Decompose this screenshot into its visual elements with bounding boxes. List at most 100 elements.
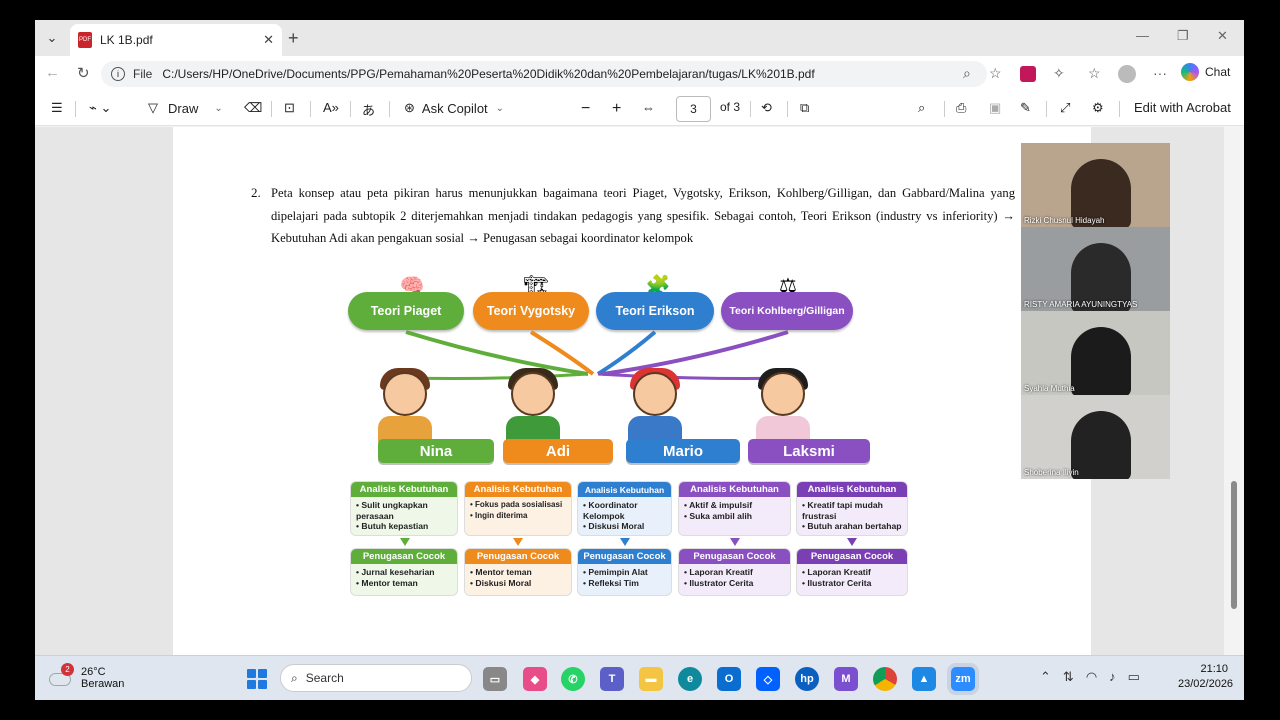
divider [1119, 101, 1120, 117]
refresh-icon[interactable]: ↻ [77, 64, 90, 82]
fit-width-icon[interactable]: ⇔ [642, 100, 655, 115]
photos-icon[interactable]: ▲ [912, 667, 936, 691]
language-icon[interactable]: ⇅ [1063, 669, 1074, 685]
favorite-star-icon[interactable]: ☆ [989, 65, 1002, 82]
task-item: Ilustrator Cerita [684, 578, 785, 589]
divider [787, 101, 788, 117]
show-hidden-icons-chevron-icon[interactable]: ⌃ [1040, 669, 1051, 685]
task-view-icon[interactable]: ▭ [483, 667, 507, 691]
task-item: Laporan Kreatif [802, 567, 902, 578]
video-tile[interactable]: Rizki Chusnul Hidayah [1021, 143, 1170, 227]
need-item: Fokus pada sosialisasi [470, 500, 566, 511]
video-tile[interactable]: RISTY AMARIA AYUNINGTYAS [1021, 227, 1170, 311]
address-row: ← ↻ i File C:/Users/HP/OneDrive/Document… [35, 56, 1244, 92]
divider [75, 101, 76, 117]
divider [389, 101, 390, 117]
video-tile[interactable]: Shoberina Iliyin [1021, 395, 1170, 479]
settings-gear-icon[interactable]: ⚙ [1092, 100, 1104, 116]
eraser-icon[interactable]: ⌫ [244, 100, 262, 116]
zoom-out-icon[interactable]: − [581, 100, 590, 118]
volume-icon[interactable]: ♪ [1109, 669, 1116, 685]
task-header: Penugasan Cocok [679, 549, 790, 564]
scrollbar-thumb[interactable] [1231, 481, 1237, 609]
hp-icon[interactable]: hp [795, 667, 819, 691]
analysis-header: Analisis Kebutuhan [351, 482, 457, 497]
favorites-icon[interactable]: ☆ [1088, 65, 1101, 82]
task-item: Laporan Kreatif [684, 567, 785, 578]
fullscreen-icon[interactable]: ⤢ [1060, 100, 1070, 116]
weather-badge: 2 [61, 663, 74, 676]
edit-with-acrobat-button[interactable]: Edit with Acrobat [1134, 100, 1231, 115]
info-icon[interactable]: i [111, 67, 125, 81]
start-windows-icon[interactable] [247, 669, 267, 689]
analysis-card: Analisis Kebutuhan Fokus pada sosialisas… [464, 481, 572, 536]
vertical-scrollbar[interactable] [1224, 127, 1244, 655]
whatsapp-icon[interactable]: ✆ [561, 667, 585, 691]
outlook-icon[interactable]: O [717, 667, 741, 691]
participant-name: Syahla Muthia [1024, 384, 1075, 393]
need-item: Ingin diterima [470, 511, 566, 522]
more-menu-icon[interactable]: ··· [1153, 65, 1167, 81]
zoom-search-icon[interactable]: ⌕ [963, 65, 971, 82]
contents-list-icon[interactable]: ☰ [51, 100, 63, 116]
student-name-adi: Adi [503, 439, 613, 463]
page-total: of 3 [720, 100, 741, 114]
dropbox-icon[interactable]: ◇ [756, 667, 780, 691]
student-nina-illustration [370, 368, 440, 442]
need-item: Koordinator Kelompok [583, 500, 666, 521]
divider [1046, 101, 1047, 117]
page-view-icon[interactable]: ⧉ [800, 100, 809, 116]
ask-copilot-button[interactable]: ⊛ Ask Copilot ⌄ [404, 100, 504, 116]
wifi-icon[interactable]: ◠ [1086, 669, 1097, 685]
chrome-icon[interactable] [873, 667, 897, 691]
analysis-header: Analisis Kebutuhan [578, 482, 671, 497]
copilot-chat-button[interactable]: Chat [1181, 63, 1230, 81]
task-item: Ilustrator Cerita [802, 578, 902, 589]
restore-icon[interactable]: ❐ [1177, 28, 1189, 44]
text-box-icon[interactable]: ⊡ [284, 100, 295, 116]
video-tile[interactable]: Syahla Muthia [1021, 311, 1170, 395]
minimize-icon[interactable]: — [1136, 28, 1149, 43]
window-close-icon[interactable]: ✕ [1217, 28, 1228, 44]
address-bar[interactable]: i File C:/Users/HP/OneDrive/Documents/PP… [101, 61, 987, 87]
draw-button[interactable]: ▽ Draw ⌄ [148, 100, 223, 116]
tab-close-icon[interactable]: ✕ [263, 32, 274, 48]
question-text: Peta konsep atau peta pikiran harus menu… [271, 186, 1015, 245]
weather-widget[interactable]: 2 26°C Berawan [49, 663, 124, 690]
system-tray: ⌃ ⇅ ◠ ♪ ▭ [1040, 669, 1140, 685]
rotate-icon[interactable]: ⟲ [761, 100, 772, 116]
task-item: Jurnal keseharian [356, 567, 452, 578]
pdf-file-icon: PDF [78, 32, 92, 48]
back-arrow-icon[interactable]: ← [45, 64, 60, 81]
tab-list-chevron-icon[interactable]: ⌄ [39, 26, 65, 50]
url-text[interactable]: C:/Users/HP/OneDrive/Documents/PPG/Pemah… [162, 67, 814, 81]
document-viewport[interactable]: 2. Peta konsep atau peta pikiran harus m… [35, 127, 1224, 699]
translate-icon[interactable]: あ [362, 100, 375, 119]
highlight-icon[interactable]: ⌁ ⌄ [89, 100, 111, 116]
taskbar-search[interactable]: ⌕ Search [280, 664, 472, 692]
new-tab-icon[interactable]: + [288, 28, 299, 49]
battery-icon[interactable]: ▭ [1128, 669, 1140, 685]
profile-avatar-icon[interactable] [1118, 65, 1136, 83]
save-icon[interactable]: ▣ [989, 100, 1001, 116]
file-explorer-icon[interactable]: ▬ [639, 667, 663, 691]
copilot-app-icon[interactable]: ◆ [523, 667, 547, 691]
tab-pdf[interactable]: PDF LK 1B.pdf ✕ [70, 24, 282, 56]
student-laksmi-illustration [748, 368, 818, 442]
student-name-nina: Nina [378, 439, 494, 463]
clock[interactable]: 21:10 23/02/2026 [1178, 662, 1233, 692]
find-search-icon[interactable]: ⌕ [918, 100, 925, 116]
page-number-input[interactable]: 3 [676, 96, 711, 122]
extension-icon[interactable] [1020, 66, 1036, 82]
read-aloud-icon[interactable]: A» [323, 100, 339, 115]
extensions-puzzle-icon[interactable]: ✧ [1053, 65, 1065, 82]
task-card: Penugasan Cocok Laporan KreatifIlustrato… [678, 548, 791, 596]
m365-icon[interactable]: M [834, 667, 858, 691]
save-as-icon[interactable]: ✎ [1020, 100, 1031, 116]
edge-browser-icon[interactable]: e [678, 667, 702, 691]
zoom-in-icon[interactable]: + [612, 100, 621, 118]
need-item: Butuh kepastian [356, 521, 452, 532]
print-icon[interactable]: ⎙ [956, 100, 966, 116]
zoom-app-icon[interactable]: zm [951, 667, 975, 691]
teams-icon[interactable]: T [600, 667, 624, 691]
